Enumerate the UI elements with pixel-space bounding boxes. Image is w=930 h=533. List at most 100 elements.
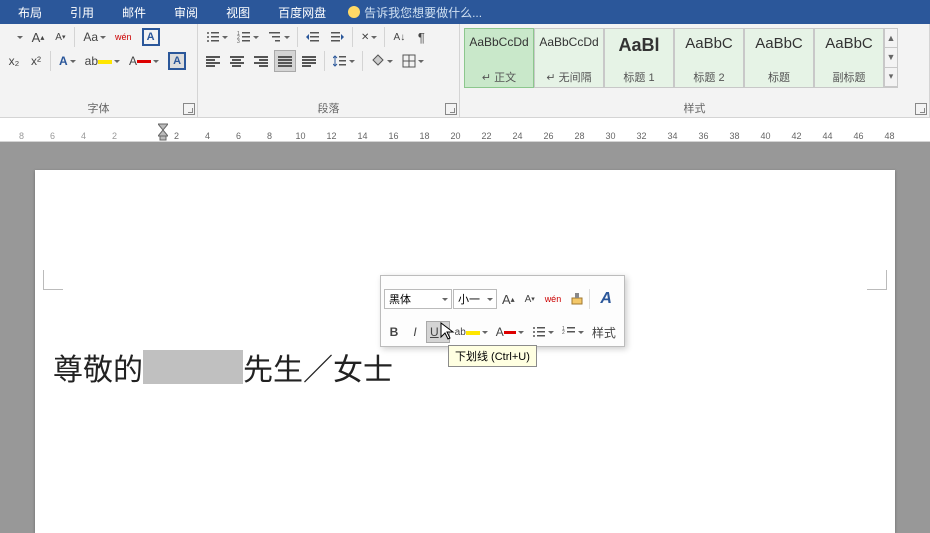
font-size-dropdown[interactable] bbox=[4, 26, 26, 48]
ruler-tick: 30 bbox=[595, 131, 626, 141]
tab-references[interactable]: 引用 bbox=[56, 0, 108, 25]
svg-text:3: 3 bbox=[237, 39, 240, 44]
align-center-button[interactable] bbox=[226, 50, 248, 72]
ruler-tick: 42 bbox=[781, 131, 812, 141]
styles-dialog-launcher[interactable] bbox=[915, 103, 927, 115]
show-hide-marks-button[interactable]: ¶ bbox=[411, 26, 431, 48]
style-normal[interactable]: AaBbCcDd ↵ 正文 bbox=[464, 28, 534, 88]
shrink-font-button[interactable]: A▾ bbox=[50, 26, 70, 48]
mini-font-color-button[interactable]: A bbox=[492, 321, 527, 343]
ruler-tick: 36 bbox=[688, 131, 719, 141]
ruler-tick: 6 bbox=[37, 131, 68, 141]
mini-bullets-button[interactable] bbox=[528, 321, 557, 343]
multilevel-list-button[interactable] bbox=[264, 26, 293, 48]
style-no-spacing[interactable]: AaBbCcDd ↵ 无间隔 bbox=[534, 28, 604, 88]
mini-phonetic-guide[interactable]: wén bbox=[541, 288, 566, 310]
highlight-color-button[interactable]: ab bbox=[81, 50, 123, 72]
align-left-button[interactable] bbox=[202, 50, 224, 72]
increase-indent-button[interactable] bbox=[326, 26, 348, 48]
borders-button[interactable] bbox=[398, 50, 427, 72]
ruler-tick: 8 bbox=[254, 131, 285, 141]
mini-styles-button[interactable]: A bbox=[591, 279, 621, 319]
ruler-tick: 26 bbox=[533, 131, 564, 141]
style-heading-2[interactable]: AaBbC 标题 2 bbox=[674, 28, 744, 88]
style-title[interactable]: AaBbC 标题 bbox=[744, 28, 814, 88]
style-heading-1[interactable]: AaBl 标题 1 bbox=[604, 28, 674, 88]
text-run: 尊敬的 bbox=[53, 345, 143, 389]
font-group: A▴ A▾ Aa wén A x₂ x² A ab A A 字体 bbox=[0, 24, 198, 117]
ruler-tick: 6 bbox=[223, 131, 254, 141]
sort-button[interactable]: A↓ bbox=[389, 26, 409, 48]
subscript-button[interactable]: x₂ bbox=[4, 50, 24, 72]
style-subtitle[interactable]: AaBbC 副标题 bbox=[814, 28, 884, 88]
paragraph-group: 123 ✕ A↓ ¶ bbox=[198, 24, 460, 117]
ruler-tick: 24 bbox=[502, 131, 533, 141]
mini-bold-button[interactable]: B bbox=[384, 321, 404, 343]
mini-italic-button[interactable]: I bbox=[405, 321, 425, 343]
ruler-tick: 16 bbox=[378, 131, 409, 141]
styles-down-icon[interactable]: ▼ bbox=[885, 48, 897, 67]
style-preview: AaBbCcDd bbox=[539, 35, 598, 49]
ruler-tick: 12 bbox=[316, 131, 347, 141]
ruler-tick: 38 bbox=[719, 131, 750, 141]
font-dialog-launcher[interactable] bbox=[183, 103, 195, 115]
bullets-button[interactable] bbox=[202, 26, 231, 48]
text-selection bbox=[143, 350, 243, 384]
tab-view[interactable]: 视图 bbox=[212, 0, 264, 25]
mini-format-painter[interactable] bbox=[566, 288, 588, 310]
style-name: 副标题 bbox=[815, 67, 883, 87]
ruler-tick: 34 bbox=[657, 131, 688, 141]
tab-review[interactable]: 审阅 bbox=[160, 0, 212, 25]
style-name: ↵ 无间隔 bbox=[535, 67, 603, 87]
distribute-button[interactable] bbox=[298, 50, 320, 72]
styles-up-icon[interactable]: ▲ bbox=[885, 29, 897, 48]
decrease-indent-button[interactable] bbox=[302, 26, 324, 48]
style-name: 标题 bbox=[745, 67, 813, 87]
ruler-tick: 4 bbox=[68, 131, 99, 141]
character-shading-button[interactable]: A bbox=[164, 50, 190, 72]
style-name: ↵ 正文 bbox=[465, 67, 533, 87]
style-preview: AaBbCcDd bbox=[469, 35, 528, 49]
styles-more-icon[interactable]: ▾ bbox=[885, 68, 897, 87]
styles-group-label: 样式 bbox=[464, 98, 925, 117]
grow-font-button[interactable]: A▴ bbox=[28, 26, 49, 48]
indent-marker[interactable] bbox=[158, 118, 168, 142]
tab-baidu-netdisk[interactable]: 百度网盘 bbox=[264, 0, 340, 25]
asian-layout-button[interactable]: ✕ bbox=[357, 26, 380, 48]
font-color-button[interactable]: A bbox=[125, 50, 162, 72]
underline-tooltip: 下划线 (Ctrl+U) bbox=[448, 345, 537, 367]
ruler-tick: 32 bbox=[626, 131, 657, 141]
paragraph-dialog-launcher[interactable] bbox=[445, 103, 457, 115]
ruler-tick: 48 bbox=[874, 131, 905, 141]
phonetic-guide-button[interactable]: wén bbox=[111, 26, 136, 48]
document-body-text[interactable]: 尊敬的 先生／女士 bbox=[53, 345, 393, 389]
line-spacing-button[interactable] bbox=[329, 50, 358, 72]
mini-grow-font[interactable]: A▴ bbox=[498, 288, 519, 310]
tell-me-search[interactable]: 告诉我您想要做什么... bbox=[340, 4, 482, 21]
mini-font-family[interactable]: 黑体 bbox=[384, 289, 452, 309]
character-border-button[interactable]: A bbox=[138, 26, 164, 48]
mouse-cursor-icon bbox=[440, 322, 456, 342]
ruler-tick: 20 bbox=[440, 131, 471, 141]
mini-font-size[interactable]: 小一 bbox=[453, 289, 497, 309]
style-name: 标题 2 bbox=[675, 67, 743, 87]
lightbulb-icon bbox=[348, 6, 360, 18]
styles-gallery-scroll[interactable]: ▲ ▼ ▾ bbox=[884, 28, 898, 88]
margin-corner bbox=[43, 270, 63, 290]
mini-shrink-font[interactable]: A▾ bbox=[520, 288, 540, 310]
mini-highlight-button[interactable]: ab bbox=[451, 321, 491, 343]
numbering-button[interactable]: 123 bbox=[233, 26, 262, 48]
mini-numbering-button[interactable]: 12 bbox=[558, 321, 587, 343]
align-justify-button[interactable] bbox=[274, 50, 296, 72]
superscript-button[interactable]: x² bbox=[26, 50, 46, 72]
ribbon: A▴ A▾ Aa wén A x₂ x² A ab A A 字体 bbox=[0, 24, 930, 118]
tab-mailings[interactable]: 邮件 bbox=[108, 0, 160, 25]
shading-button[interactable] bbox=[367, 50, 396, 72]
text-effects-button[interactable]: A bbox=[55, 50, 79, 72]
change-case-button[interactable]: Aa bbox=[79, 26, 109, 48]
align-right-button[interactable] bbox=[250, 50, 272, 72]
mini-styles-label[interactable]: 样式 bbox=[588, 321, 620, 343]
horizontal-ruler[interactable]: /* numbers injected below */ 8642 246810… bbox=[0, 118, 930, 142]
tab-layout[interactable]: 布局 bbox=[4, 0, 56, 25]
ruler-tick: 2 bbox=[99, 131, 130, 141]
